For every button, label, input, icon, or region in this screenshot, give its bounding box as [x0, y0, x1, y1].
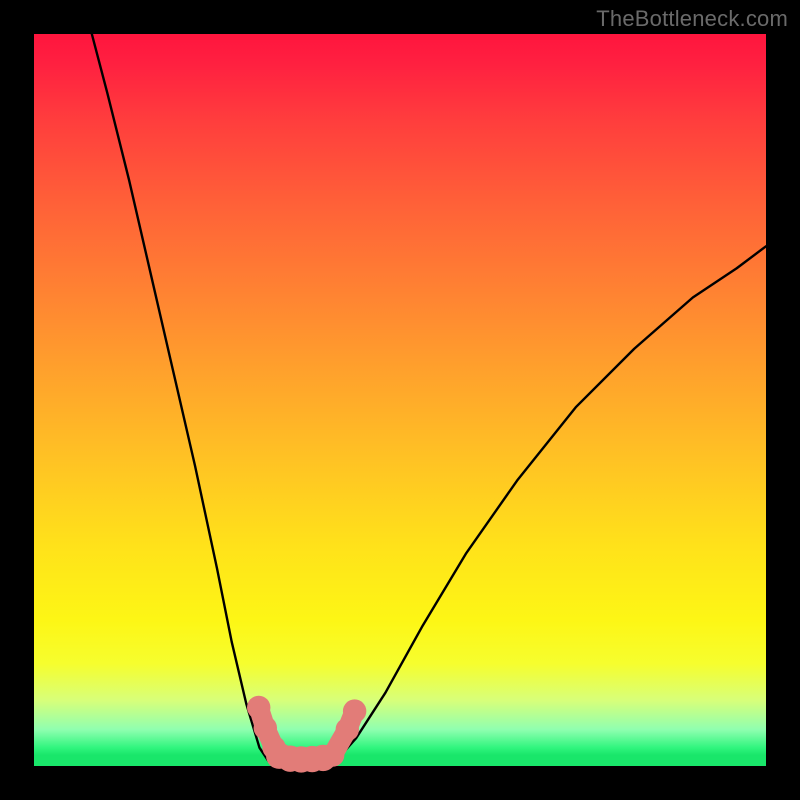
marker-dot [321, 743, 344, 766]
plot-area [34, 34, 766, 766]
valley-markers [247, 696, 366, 773]
watermark-text: TheBottleneck.com [596, 6, 788, 32]
marker-dot [343, 699, 366, 722]
bottleneck-curve [92, 34, 766, 764]
marker-dot [247, 696, 270, 719]
curve-path [92, 34, 766, 764]
chart-frame: TheBottleneck.com [0, 0, 800, 800]
chart-svg [34, 34, 766, 766]
